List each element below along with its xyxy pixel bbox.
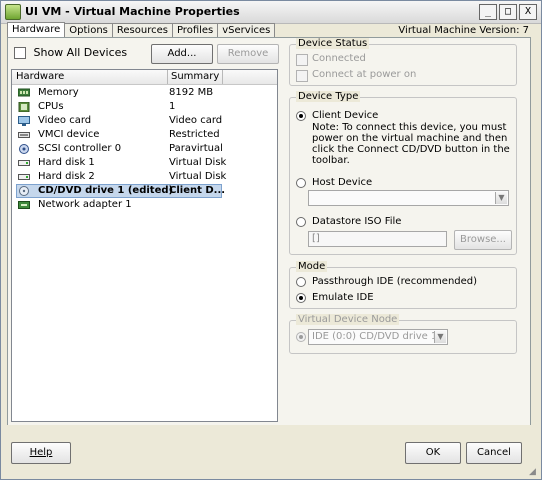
properties-window: UI VM - Virtual Machine Properties _ □ X…	[0, 0, 542, 480]
hardware-list[interactable]: Hardware Summary Memory 8192 MB CPUs 1 V…	[11, 69, 278, 422]
hardware-row-hard-disk-1[interactable]: Hard disk 1 Virtual Disk	[12, 156, 277, 170]
hardware-tab-panel: Show All Devices Add... Remove Hardware …	[7, 37, 531, 427]
hardware-row-vmci-device[interactable]: VMCI device Restricted	[12, 128, 277, 142]
vm-version-label: Virtual Machine Version: 7	[398, 25, 529, 36]
chevron-down-icon: ▼	[495, 192, 507, 204]
cdrom-icon	[19, 186, 29, 196]
mode-group: Mode Passthrough IDE (recommended) Emula…	[289, 261, 517, 309]
host-device-radio[interactable]	[296, 178, 306, 188]
monitor-icon	[18, 116, 30, 126]
client-device-note: Note: To connect this device, you must p…	[312, 122, 510, 166]
tab-vservices[interactable]: vServices	[217, 23, 276, 37]
column-separator	[167, 70, 168, 84]
hardware-summary: Video card	[169, 115, 223, 126]
hardware-summary: Restricted	[169, 129, 220, 140]
connected-label: Connected	[312, 53, 366, 64]
virtual-device-node-dropdown[interactable]: IDE (0:0) CD/DVD drive 1 ▼	[308, 329, 448, 345]
tab-hardware[interactable]: Hardware	[7, 22, 66, 38]
vm-app-icon	[5, 4, 21, 20]
hardware-summary: Virtual Disk	[169, 157, 227, 168]
client-device-radio[interactable]	[296, 111, 306, 121]
virtual-device-node-radio[interactable]	[296, 332, 306, 342]
hardware-summary: 1	[169, 101, 176, 112]
device-type-legend: Device Type	[296, 91, 361, 102]
dialog-footer: Help OK Cancel ◢	[1, 425, 541, 479]
hardware-name: SCSI controller 0	[38, 143, 122, 154]
tab-resources[interactable]: Resources	[111, 23, 173, 37]
minimize-button[interactable]: _	[479, 4, 497, 20]
hardware-row-memory[interactable]: Memory 8192 MB	[12, 86, 277, 100]
hardware-name: Video card	[38, 115, 92, 126]
hardware-list-header: Hardware Summary	[12, 70, 277, 85]
hardware-row-cpus[interactable]: CPUs 1	[12, 100, 277, 114]
memory-icon	[18, 88, 30, 97]
iso-path-field[interactable]: []	[308, 231, 447, 247]
column-header-hardware[interactable]: Hardware	[16, 71, 64, 82]
remove-button[interactable]: Remove	[217, 44, 279, 64]
virtual-device-node-group: Virtual Device Node IDE (0:0) CD/DVD dri…	[289, 314, 517, 354]
hardware-name: Memory	[38, 87, 79, 98]
resize-grip-icon[interactable]: ◢	[529, 467, 539, 477]
hardware-row-scsi-controller[interactable]: SCSI controller 0 Paravirtual	[12, 142, 277, 156]
help-button-label: Help	[29, 447, 53, 458]
hardware-row-network-adapter-1[interactable]: Network adapter 1	[12, 198, 277, 212]
tab-profiles[interactable]: Profiles	[171, 23, 219, 37]
passthrough-ide-radio[interactable]	[296, 277, 306, 287]
hardware-name: Network adapter 1	[38, 199, 132, 210]
hardware-name: CPUs	[38, 101, 64, 112]
datastore-iso-label: Datastore ISO File	[312, 216, 402, 227]
add-button[interactable]: Add...	[151, 44, 213, 64]
device-status-group: Device Status Connected Connect at power…	[289, 38, 517, 86]
show-all-devices[interactable]: Show All Devices	[14, 46, 127, 59]
column-separator	[222, 70, 223, 84]
emulate-ide-label: Emulate IDE	[312, 292, 374, 303]
show-all-devices-checkbox[interactable]	[14, 47, 26, 59]
connected-checkbox[interactable]	[296, 54, 308, 66]
column-header-summary[interactable]: Summary	[171, 71, 219, 82]
emulate-ide-radio[interactable]	[296, 293, 306, 303]
window-title: UI VM - Virtual Machine Properties	[25, 5, 240, 18]
title-bar[interactable]: UI VM - Virtual Machine Properties _ □ X	[1, 1, 541, 24]
hardware-row-hard-disk-2[interactable]: Hard disk 2 Virtual Disk	[12, 170, 277, 184]
hardware-row-video-card[interactable]: Video card Video card	[12, 114, 277, 128]
hardware-name: CD/DVD drive 1 (edited)	[38, 185, 174, 196]
virtual-device-node-legend: Virtual Device Node	[296, 314, 400, 325]
maximize-button[interactable]: □	[499, 4, 517, 20]
hardware-name: Hard disk 1	[38, 157, 95, 168]
hardware-summary: Paravirtual	[169, 143, 223, 154]
connect-at-power-on-label: Connect at power on	[312, 69, 417, 80]
connect-at-power-on-checkbox[interactable]	[296, 70, 308, 82]
tab-options[interactable]: Options	[64, 23, 113, 37]
ok-button[interactable]: OK	[405, 442, 461, 464]
mode-legend: Mode	[296, 261, 328, 272]
host-device-dropdown[interactable]: ▼	[308, 190, 509, 206]
disk-icon	[18, 160, 30, 166]
hardware-summary: 8192 MB	[169, 87, 214, 98]
scsi-icon	[19, 144, 29, 154]
cancel-button[interactable]: Cancel	[466, 442, 522, 464]
chevron-down-icon: ▼	[434, 331, 446, 343]
close-button[interactable]: X	[519, 4, 537, 20]
cpu-icon	[18, 102, 30, 112]
hardware-row-cd-dvd-drive-1[interactable]: CD/DVD drive 1 (edited) Client D...	[12, 184, 277, 198]
disk-icon	[18, 174, 30, 180]
show-all-devices-label: Show All Devices	[33, 46, 128, 59]
device-status-legend: Device Status	[296, 38, 370, 49]
hardware-summary: Client D...	[169, 185, 226, 196]
hardware-name: Hard disk 2	[38, 171, 95, 182]
virtual-device-node-value: IDE (0:0) CD/DVD drive 1	[312, 331, 438, 342]
help-button[interactable]: Help	[11, 442, 71, 464]
vmci-icon	[18, 132, 30, 138]
passthrough-ide-label: Passthrough IDE (recommended)	[312, 276, 478, 287]
hardware-summary: Virtual Disk	[169, 171, 227, 182]
client-device-label: Client Device	[312, 110, 379, 121]
hardware-name: VMCI device	[38, 129, 100, 140]
datastore-iso-radio[interactable]	[296, 217, 306, 227]
network-icon	[18, 201, 30, 209]
window-controls: _ □ X	[479, 4, 537, 20]
tab-strip: Hardware Options Resources Profiles vSer…	[7, 22, 276, 38]
browse-button[interactable]: Browse...	[454, 230, 512, 250]
device-type-group: Device Type Client Device Note: To conne…	[289, 91, 517, 255]
host-device-label: Host Device	[312, 177, 373, 188]
